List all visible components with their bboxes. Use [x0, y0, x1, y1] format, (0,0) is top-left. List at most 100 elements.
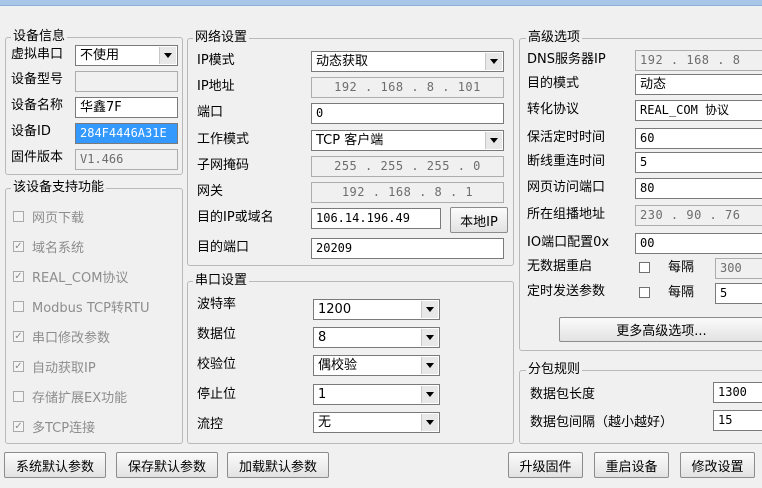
data-bits-label: 数据位	[197, 327, 237, 342]
no-data-restart-checkbox[interactable]	[639, 262, 650, 273]
feature-item: ✓ 多TCP连接	[13, 417, 95, 436]
ip-mode-value: 动态获取	[316, 54, 369, 69]
advanced-title: 高级选项	[526, 30, 583, 45]
feature-item: 存储扩展EX功能	[13, 387, 127, 406]
ip-address-field: 192 . 168 . 8 . 101	[311, 77, 504, 98]
packet-interval-input[interactable]: 15	[713, 410, 762, 431]
dest-mode-field[interactable]: 动态	[635, 74, 762, 95]
work-mode-value: TCP 客户端	[316, 133, 384, 148]
packet-title: 分包规则	[526, 362, 583, 377]
device-id-field[interactable]: 284F4446A31E	[75, 123, 178, 144]
reconnect-input[interactable]: 5	[635, 152, 762, 173]
feature-checkbox: ✓	[13, 241, 24, 252]
dest-mode-label: 目的模式	[527, 76, 580, 91]
baud-select[interactable]: 1200	[313, 299, 440, 320]
firmware-field: V1.466	[75, 149, 178, 170]
timed-send-label: 定时发送参数	[527, 284, 606, 299]
no-data-restart-field: 300	[715, 258, 762, 279]
flow-label: 流控	[197, 417, 224, 432]
multicast-label: 所在组播地址	[527, 207, 606, 222]
load-default-button[interactable]: 加载默认参数	[227, 452, 329, 478]
timed-send-checkbox[interactable]	[639, 287, 650, 298]
serial-title: 串口设置	[193, 273, 250, 288]
ip-mode-select[interactable]: 动态获取	[311, 51, 504, 72]
device-id-label: 设备ID	[11, 124, 51, 139]
parity-value: 偶校验	[318, 358, 358, 373]
local-ip-button[interactable]: 本地IP	[450, 207, 508, 233]
web-port-label: 网页访问端口	[527, 180, 606, 195]
feature-checkbox: ✓	[13, 331, 24, 342]
parity-select[interactable]: 偶校验	[313, 355, 440, 376]
virtual-port-label: 虚拟串口	[11, 47, 64, 62]
baud-label: 波特率	[197, 297, 237, 312]
feature-label: 串口修改参数	[32, 331, 111, 346]
port-input[interactable]: 0	[311, 103, 504, 124]
feature-checkbox	[13, 301, 24, 312]
dest-ip-input[interactable]: 106.14.196.49	[311, 208, 441, 229]
packet-interval-label: 数据包间隔（越小越好）	[530, 415, 674, 430]
feature-item: Modbus TCP转RTU	[13, 297, 149, 316]
virtual-port-value: 不使用	[80, 48, 120, 63]
timed-send-every-label: 每隔	[668, 285, 695, 300]
system-default-button[interactable]: 系统默认参数	[4, 452, 106, 478]
packet-length-label: 数据包长度	[530, 387, 596, 402]
data-bits-select[interactable]: 8	[313, 327, 440, 348]
reconnect-label: 断线重连时间	[527, 154, 606, 169]
feature-item: ✓ 自动获取IP	[13, 357, 96, 376]
feature-label: 存储扩展EX功能	[32, 391, 128, 406]
chevron-down-icon[interactable]	[421, 301, 438, 318]
protocol-field[interactable]: REAL_COM 协议	[635, 100, 762, 121]
firmware-label: 固件版本	[11, 150, 64, 165]
restart-device-button[interactable]: 重启设备	[594, 452, 669, 478]
feature-label: 自动获取IP	[32, 361, 96, 376]
modify-settings-button[interactable]: 修改设置	[680, 452, 755, 478]
feature-label: Modbus TCP转RTU	[32, 301, 150, 316]
chevron-down-icon[interactable]	[421, 414, 438, 431]
feature-item: 网页下载	[13, 207, 84, 226]
save-default-button[interactable]: 保存默认参数	[116, 452, 218, 478]
dest-ip-label: 目的IP或域名	[197, 210, 274, 225]
dns-label: DNS服务器IP	[527, 52, 606, 67]
dest-port-input[interactable]: 20209	[311, 238, 504, 259]
feature-checkbox: ✓	[13, 421, 24, 432]
feature-label: 域名系统	[32, 241, 85, 256]
packet-length-input[interactable]: 1300	[713, 382, 762, 403]
subnet-mask-field: 255 . 255 . 255 . 0	[311, 156, 504, 177]
chevron-down-icon[interactable]	[485, 132, 502, 149]
chevron-down-icon[interactable]	[421, 386, 438, 403]
chevron-down-icon[interactable]	[159, 47, 176, 64]
more-advanced-button[interactable]: 更多高级选项...	[559, 317, 762, 342]
feature-label: REAL_COM协议	[32, 271, 129, 286]
stop-bits-value: 1	[318, 387, 327, 402]
io-port-label: IO端口配置0x	[527, 235, 610, 250]
web-port-input[interactable]: 80	[635, 178, 762, 199]
chevron-down-icon[interactable]	[421, 357, 438, 374]
gateway-label: 网关	[197, 184, 224, 199]
io-port-input[interactable]: 00	[635, 233, 762, 254]
feature-item: ✓ 串口修改参数	[13, 327, 110, 346]
feature-label: 多TCP连接	[32, 421, 96, 436]
virtual-port-select[interactable]: 不使用	[75, 45, 178, 66]
timed-send-input[interactable]: 5	[715, 283, 762, 304]
protocol-label: 转化协议	[527, 102, 580, 117]
multicast-field: 230 . 90 . 76	[635, 205, 762, 226]
upgrade-firmware-button[interactable]: 升级固件	[508, 452, 583, 478]
keepalive-input[interactable]: 60	[635, 128, 762, 149]
dest-port-label: 目的端口	[197, 240, 250, 255]
dns-field: 192 . 168 . 8	[635, 50, 762, 71]
chevron-down-icon[interactable]	[421, 329, 438, 346]
gateway-field: 192 . 168 . 8 . 1	[311, 182, 504, 203]
ip-address-label: IP地址	[197, 79, 235, 94]
stop-bits-select[interactable]: 1	[313, 384, 440, 405]
no-data-restart-every-label: 每隔	[668, 260, 695, 275]
device-name-input[interactable]: 华鑫7F	[75, 97, 178, 118]
work-mode-label: 工作模式	[197, 132, 250, 147]
feature-checkbox	[13, 391, 24, 402]
device-name-label: 设备名称	[11, 98, 64, 113]
work-mode-select[interactable]: TCP 客户端	[311, 130, 504, 151]
baud-value: 1200	[318, 302, 352, 317]
model-field	[75, 71, 178, 92]
feature-checkbox: ✓	[13, 361, 24, 372]
flow-select[interactable]: 无	[313, 412, 440, 433]
chevron-down-icon[interactable]	[485, 53, 502, 70]
